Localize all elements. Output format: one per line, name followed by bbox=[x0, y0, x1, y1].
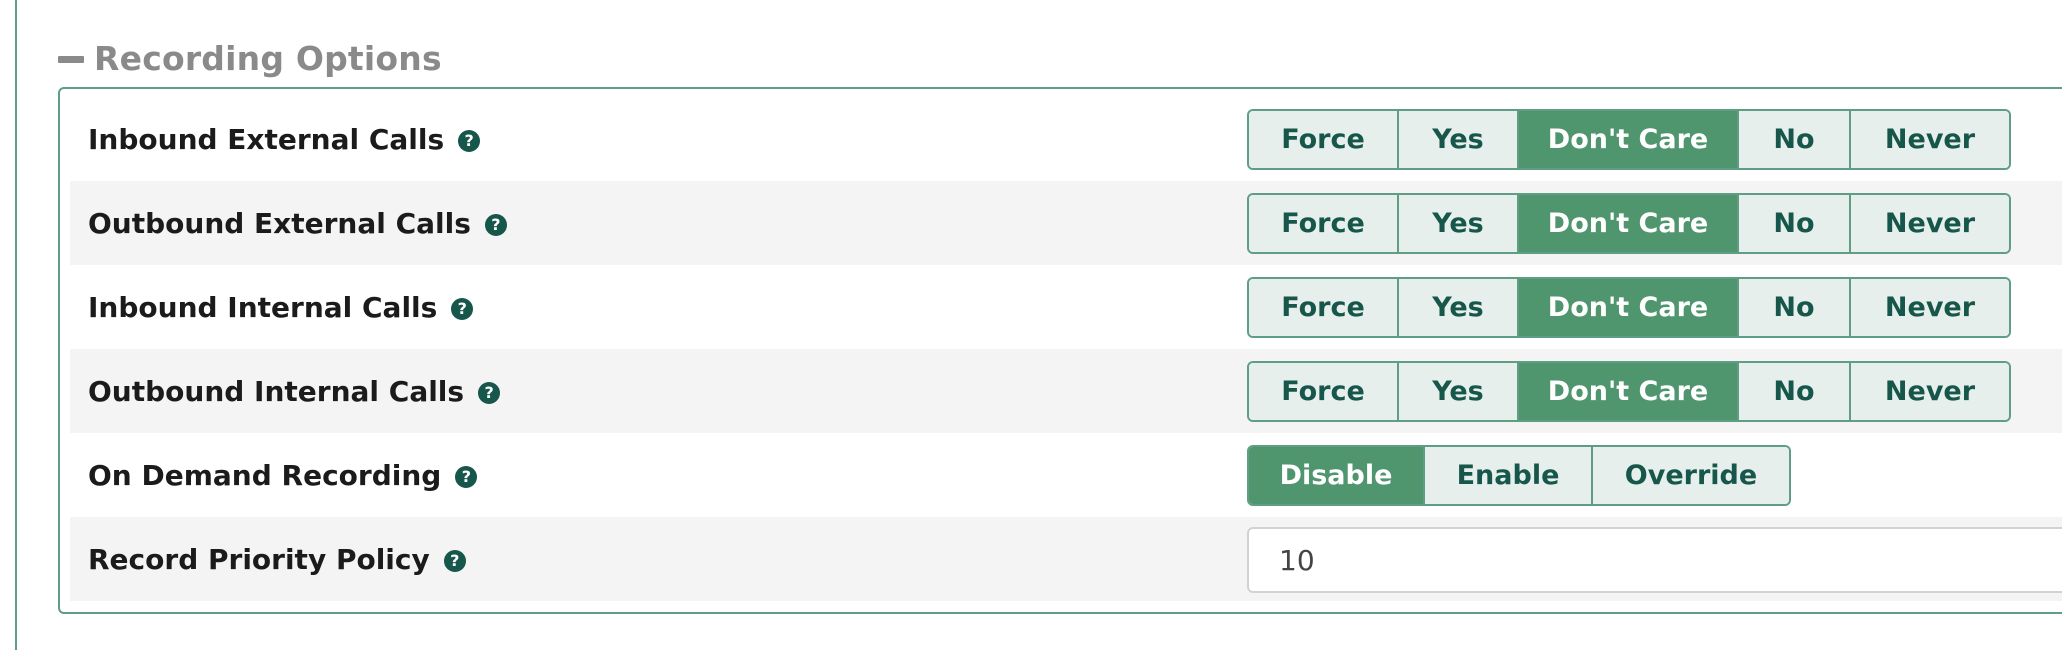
yes-button[interactable]: Yes bbox=[1399, 279, 1519, 336]
recording-options-page: Recording Options Inbound External Calls… bbox=[0, 0, 2062, 650]
no-button[interactable]: No bbox=[1739, 279, 1851, 336]
yes-button[interactable]: Yes bbox=[1399, 195, 1519, 252]
left-border bbox=[15, 0, 17, 650]
inbound-internal-calls-toggle-group: Force Yes Don't Care No Never bbox=[1247, 277, 2011, 338]
yes-button[interactable]: Yes bbox=[1399, 363, 1519, 420]
force-button[interactable]: Force bbox=[1249, 363, 1399, 420]
row-inbound-external-calls: Inbound External Calls ? Force Yes Don't… bbox=[70, 97, 2062, 181]
dont-care-button[interactable]: Don't Care bbox=[1519, 363, 1739, 420]
row-label: Outbound Internal Calls bbox=[88, 374, 465, 408]
dont-care-button[interactable]: Don't Care bbox=[1519, 279, 1739, 336]
row-label: Record Priority Policy bbox=[88, 542, 430, 576]
section-header-toggle[interactable]: Recording Options bbox=[58, 34, 442, 82]
never-button[interactable]: Never bbox=[1851, 111, 2009, 168]
record-priority-input[interactable]: 10 bbox=[1247, 527, 2062, 593]
never-button[interactable]: Never bbox=[1851, 195, 2009, 252]
help-icon[interactable]: ? bbox=[443, 549, 466, 572]
force-button[interactable]: Force bbox=[1249, 195, 1399, 252]
force-button[interactable]: Force bbox=[1249, 279, 1399, 336]
no-button[interactable]: No bbox=[1739, 195, 1851, 252]
never-button[interactable]: Never bbox=[1851, 279, 2009, 336]
row-label: Inbound Internal Calls bbox=[88, 290, 438, 324]
row-outbound-internal-calls: Outbound Internal Calls ? Force Yes Don'… bbox=[70, 349, 2062, 433]
no-button[interactable]: No bbox=[1739, 111, 1851, 168]
enable-button[interactable]: Enable bbox=[1425, 447, 1593, 504]
row-inbound-internal-calls: Inbound Internal Calls ? Force Yes Don't… bbox=[70, 265, 2062, 349]
outbound-internal-calls-toggle-group: Force Yes Don't Care No Never bbox=[1247, 361, 2011, 422]
inbound-external-calls-toggle-group: Force Yes Don't Care No Never bbox=[1247, 109, 2011, 170]
row-label: On Demand Recording bbox=[88, 458, 442, 492]
help-icon[interactable]: ? bbox=[458, 129, 481, 152]
help-icon[interactable]: ? bbox=[455, 465, 478, 488]
help-icon[interactable]: ? bbox=[451, 297, 474, 320]
override-button[interactable]: Override bbox=[1593, 447, 1789, 504]
row-record-priority-policy: Record Priority Policy ? 10 bbox=[70, 517, 2062, 601]
minus-icon[interactable] bbox=[58, 55, 84, 63]
row-label: Inbound External Calls bbox=[88, 122, 445, 156]
dont-care-button[interactable]: Don't Care bbox=[1519, 195, 1739, 252]
outbound-external-calls-toggle-group: Force Yes Don't Care No Never bbox=[1247, 193, 2011, 254]
help-icon[interactable]: ? bbox=[484, 213, 507, 236]
help-icon[interactable]: ? bbox=[478, 381, 501, 404]
force-button[interactable]: Force bbox=[1249, 111, 1399, 168]
on-demand-recording-toggle-group: Disable Enable Override bbox=[1247, 445, 1791, 506]
row-outbound-external-calls: Outbound External Calls ? Force Yes Don'… bbox=[70, 181, 2062, 265]
yes-button[interactable]: Yes bbox=[1399, 111, 1519, 168]
row-label: Outbound External Calls bbox=[88, 206, 471, 240]
no-button[interactable]: No bbox=[1739, 363, 1851, 420]
section-title: Recording Options bbox=[94, 38, 442, 78]
disable-button[interactable]: Disable bbox=[1249, 447, 1425, 504]
dont-care-button[interactable]: Don't Care bbox=[1519, 111, 1739, 168]
never-button[interactable]: Never bbox=[1851, 363, 2009, 420]
row-on-demand-recording: On Demand Recording ? Disable Enable Ove… bbox=[70, 433, 2062, 517]
